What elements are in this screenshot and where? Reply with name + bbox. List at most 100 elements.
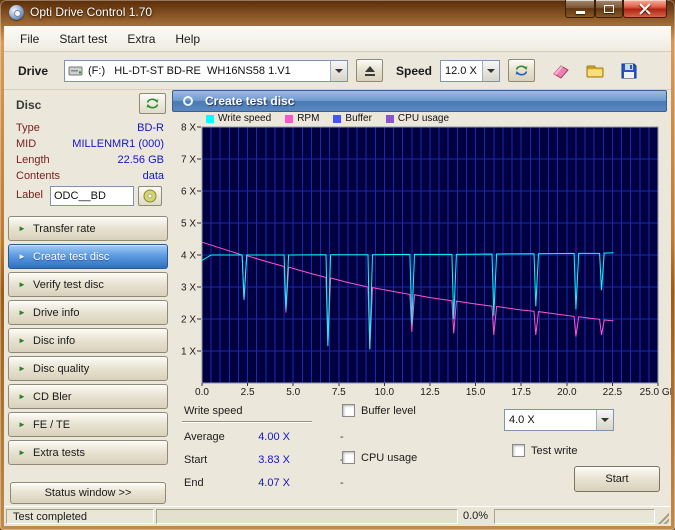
toolbar: Drive (F:) HL-DT-ST BD-RE WH16NS58 1.V1 … (4, 52, 671, 90)
eject-button[interactable] (356, 59, 383, 82)
write-label-button[interactable] (138, 186, 162, 206)
titlebar[interactable]: Opti Drive Control 1.70 (0, 0, 675, 26)
refresh-icon (515, 65, 528, 76)
buffer-level-checkbox[interactable] (342, 404, 355, 417)
sidebar-item-verify-test-disc[interactable]: ► Verify test disc (8, 272, 168, 297)
sidebar-item-drive-info[interactable]: ► Drive info (8, 300, 168, 325)
sidebar-item-label: Disc info (33, 334, 76, 347)
drive-select-arrow-icon[interactable] (330, 61, 347, 81)
speed-label: Speed (396, 64, 433, 78)
maximize-icon (604, 4, 614, 13)
svg-text:5.0: 5.0 (286, 387, 300, 398)
close-button[interactable] (623, 0, 667, 18)
status-window-button[interactable]: Status window >> (10, 482, 166, 504)
menubar: File Start test Extra Help (4, 26, 671, 52)
write-speed-select[interactable]: 4.0 X (504, 409, 614, 431)
cpu-usage-label: CPU usage (361, 451, 418, 464)
save-icon (621, 63, 637, 79)
disc-panel: Disc Type BD-R MID MILLENMR1 (000) Lengt… (8, 90, 168, 216)
cpu-usage-checkbox[interactable] (342, 451, 355, 464)
svg-text:10.0: 10.0 (375, 387, 395, 398)
svg-text:5 X: 5 X (181, 219, 196, 230)
menu-extra[interactable]: Extra (117, 26, 165, 51)
open-folder-button[interactable] (582, 59, 608, 83)
disc-mid-value: MILLENMR1 (000) (72, 138, 164, 150)
minimize-button[interactable] (565, 0, 595, 18)
sidebar-item-disc-quality[interactable]: ► Disc quality (8, 356, 168, 381)
cpu-usage-swatch-icon (385, 114, 394, 123)
legend-label: CPU usage (397, 113, 450, 124)
test-write-group: Test write (512, 444, 577, 457)
chart-legend: Write speed RPM Buffer CPU usage (206, 113, 449, 124)
main-panel: Create test disc Write speed RPM Buffer CPU… (172, 90, 671, 506)
test-write-label: Test write (531, 444, 578, 457)
start-label: Start (184, 454, 208, 466)
erase-disc-button[interactable] (548, 59, 574, 83)
create-test-disc-icon (183, 96, 193, 106)
folder-icon (586, 65, 604, 78)
main-header: Create test disc (172, 90, 667, 112)
app-icon (9, 5, 24, 20)
write-speed-rule (182, 421, 312, 422)
speed-select-arrow-icon[interactable] (482, 61, 499, 81)
svg-text:7.5: 7.5 (332, 387, 346, 398)
refresh-disc-button[interactable] (139, 93, 166, 114)
svg-text:25.0 GB: 25.0 GB (640, 387, 671, 398)
write-speed-select-arrow-icon[interactable] (596, 410, 613, 430)
sidebar-item-extra-tests[interactable]: ► Extra tests (8, 440, 168, 465)
svg-text:20.0: 20.0 (557, 387, 577, 398)
rpm-swatch-icon (285, 114, 294, 123)
disc-mid-label: MID (16, 138, 37, 150)
drive-select[interactable]: (F:) HL-DT-ST BD-RE WH16NS58 1.V1 (64, 60, 348, 82)
disc-contents-label: Contents (16, 170, 61, 182)
eraser-icon (553, 65, 569, 79)
progress-bar (156, 509, 458, 524)
menu-start-test[interactable]: Start test (49, 26, 117, 51)
resize-grip[interactable] (656, 511, 669, 524)
disc-length-label: Length (16, 154, 50, 166)
disc-quality-icon: ► (18, 364, 26, 373)
sidebar-item-fe-te[interactable]: ► FE / TE (8, 412, 168, 437)
drive-icon (68, 66, 83, 76)
svg-text:0.0: 0.0 (195, 387, 209, 398)
write-speed-select-value: 4.0 X (509, 414, 535, 426)
test-write-checkbox[interactable] (512, 444, 525, 457)
window-title: Opti Drive Control 1.70 (30, 5, 153, 19)
client-area: File Start test Extra Help Drive (F:) HL… (4, 26, 671, 526)
average-extra: - (340, 431, 344, 443)
bottom-panel: Write speed Average 4.00 X - Start 3.83 … (172, 400, 667, 506)
end-label: End (184, 477, 204, 489)
disc-info-icon: ► (18, 336, 26, 345)
menu-file[interactable]: File (10, 26, 49, 51)
write-speed-swatch-icon (206, 114, 214, 123)
disc-label-input[interactable] (50, 186, 134, 206)
chart: Write speed RPM Buffer CPU usage 8 X 7 X 6 X 5… (172, 112, 671, 400)
disc-icon (143, 189, 157, 203)
sidebar: Disc Type BD-R MID MILLENMR1 (000) Lengt… (8, 90, 168, 506)
maximize-button[interactable] (595, 0, 623, 18)
disc-row-length: Length 22.56 GB (8, 154, 168, 168)
write-speed-title: Write speed (184, 405, 243, 417)
sidebar-item-label: CD Bler (33, 390, 72, 403)
sidebar-item-disc-info[interactable]: ► Disc info (8, 328, 168, 353)
drive-select-value: (F:) HL-DT-ST BD-RE WH16NS58 1.V1 (88, 65, 291, 77)
sidebar-item-cd-bler[interactable]: ► CD Bler (8, 384, 168, 409)
svg-text:1 X: 1 X (181, 347, 196, 358)
transfer-rate-icon: ► (18, 224, 26, 233)
save-button[interactable] (616, 59, 642, 83)
legend-label: Write speed (218, 113, 272, 124)
start-value: 3.83 X (258, 454, 290, 466)
sidebar-item-transfer-rate[interactable]: ► Transfer rate (8, 216, 168, 241)
average-label: Average (184, 431, 225, 443)
sidebar-item-create-test-disc[interactable]: ► Create test disc (8, 244, 168, 269)
disc-type-label: Type (16, 122, 40, 134)
menu-help[interactable]: Help (165, 26, 210, 51)
disc-length-value: 22.56 GB (117, 154, 164, 166)
refresh-speed-button[interactable] (508, 59, 535, 82)
sidebar-item-label: Disc quality (33, 362, 90, 375)
buffer-level-label: Buffer level (361, 404, 416, 417)
disc-row-contents: Contents data (8, 170, 168, 184)
start-button[interactable]: Start (574, 466, 660, 492)
statusbar-spacer (494, 509, 655, 524)
speed-select[interactable]: 12.0 X (440, 60, 500, 82)
